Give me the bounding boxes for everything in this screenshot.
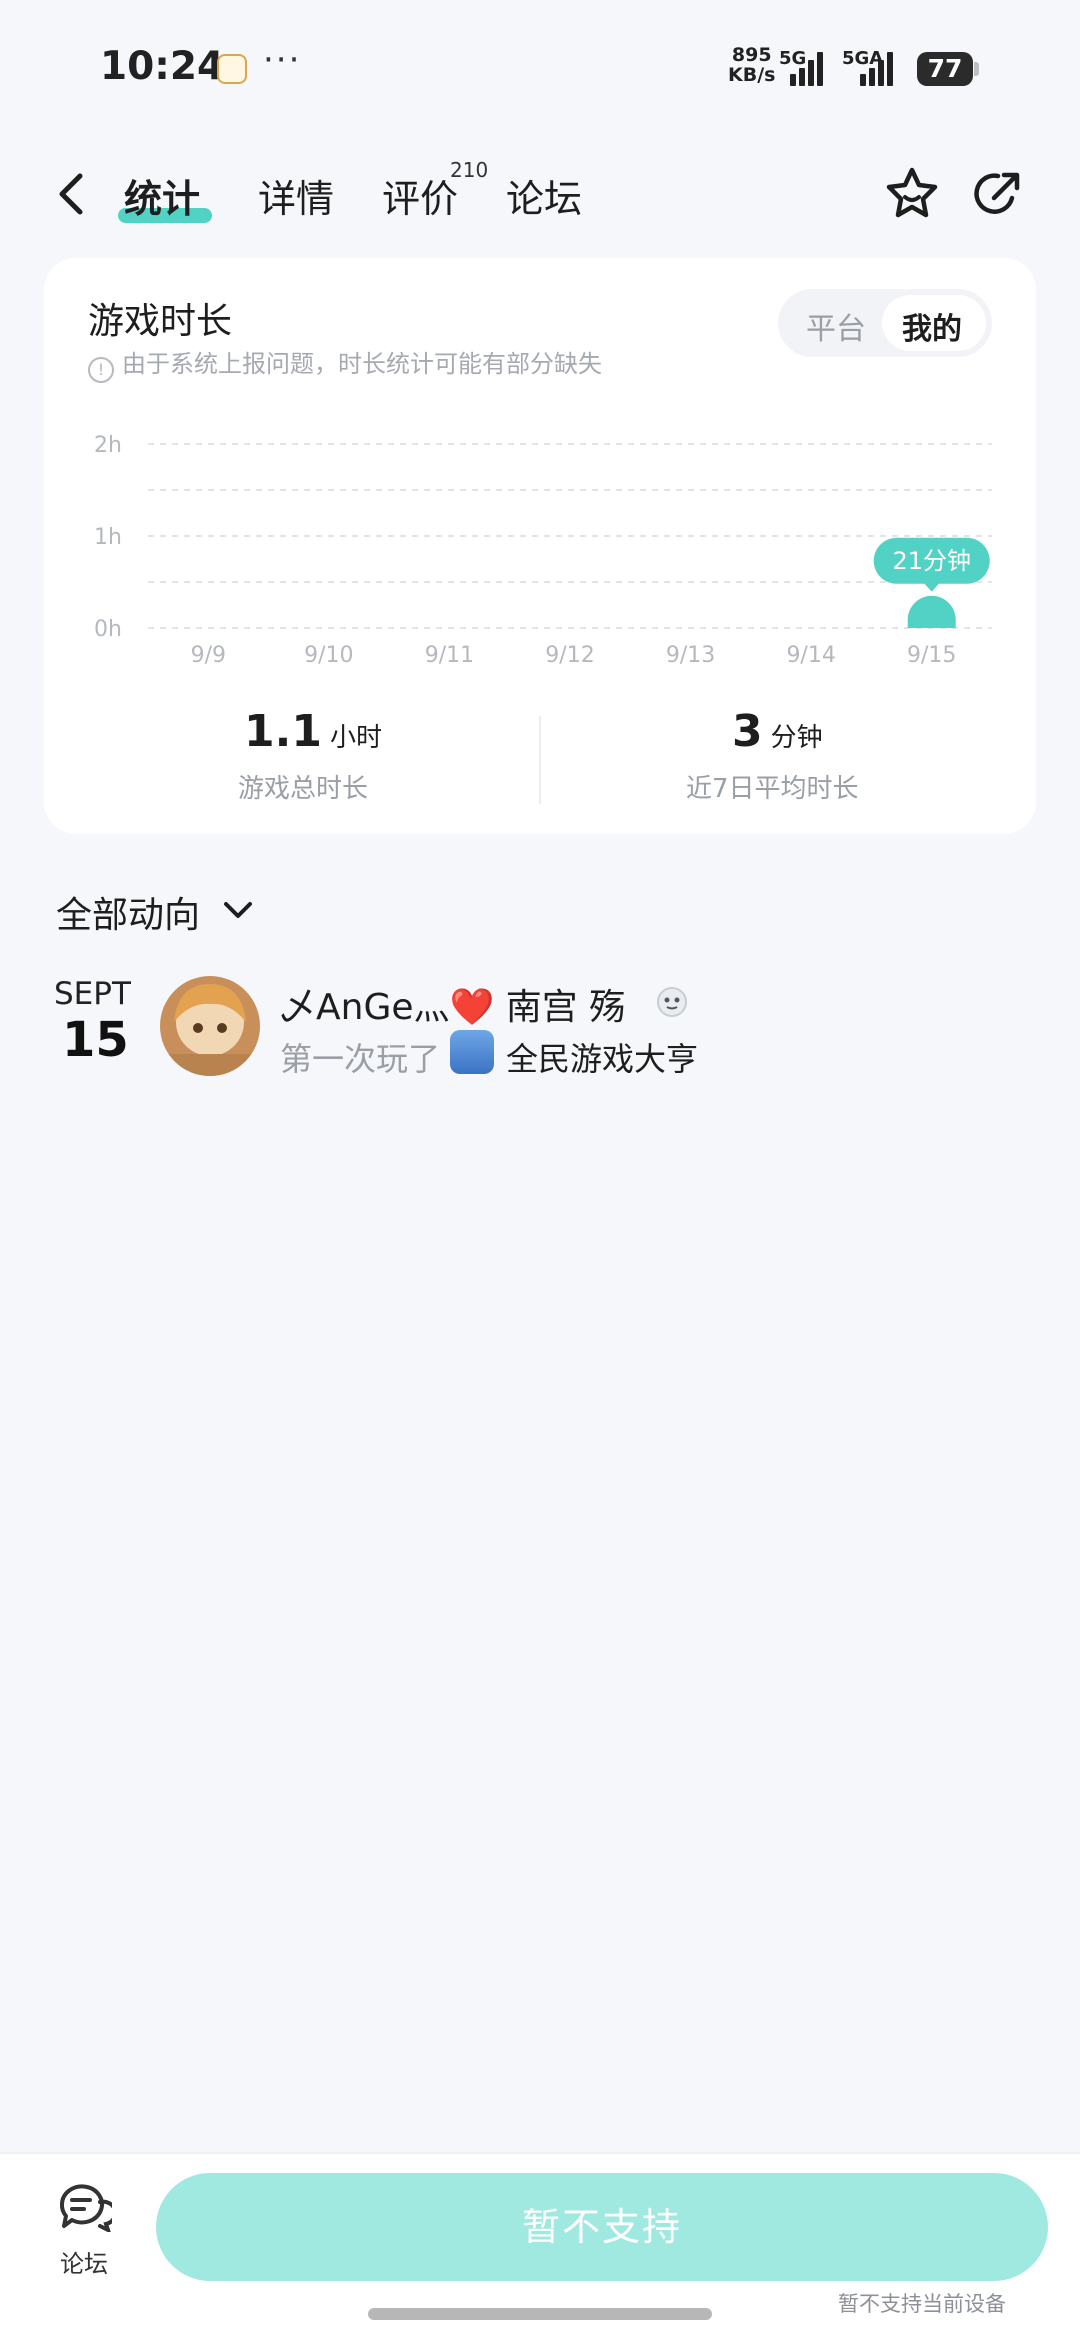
unsupported-button[interactable]: 暂不支持 — [156, 2173, 1048, 2281]
feed-filter[interactable]: 全部动向 — [56, 886, 200, 938]
toggle-mine[interactable]: 我的 — [902, 304, 962, 348]
card-note: ! 由于系统上报问题，时长统计可能有部分缺失 — [88, 344, 602, 383]
battery-icon: 77 — [917, 52, 973, 86]
playtime-chart: 2h 1h 0h 9/9 9/10 9/11 9/12 9/13 9/14 9/15 21分钟 — [94, 433, 992, 668]
tab-reviews[interactable]: 评价 — [382, 168, 458, 223]
reviews-count-badge: 210 — [450, 158, 489, 182]
x-tick-label: 9/11 — [425, 643, 474, 668]
avg-playtime-label: 近7日平均时长 — [686, 774, 859, 804]
feed-date-day: 15 — [62, 1012, 129, 1068]
feed-action-text: 第一次玩了 — [280, 1040, 441, 1078]
avg-playtime-value: 3 分钟 — [732, 706, 823, 757]
signal-icon-2 — [860, 50, 900, 86]
forum-label[interactable]: 论坛 — [60, 2244, 108, 2279]
back-arrow-icon[interactable] — [56, 172, 86, 216]
feed-game-name[interactable]: 全民游戏大亨 — [506, 1034, 698, 1080]
y-tick-label: 2h — [94, 433, 122, 458]
feed-date-month: SEPT — [54, 976, 131, 1012]
unsupported-note: 暂不支持当前设备 — [838, 2292, 1006, 2316]
bar-tooltip-pointer — [923, 582, 940, 592]
more-notifications-icon: ··· — [263, 40, 302, 80]
card-title: 游戏时长 — [88, 301, 233, 342]
y-tick-label: 1h — [94, 525, 122, 550]
chevron-down-icon[interactable] — [222, 900, 254, 922]
info-icon: ! — [88, 357, 114, 383]
network-speed: 895 KB/s — [728, 44, 776, 86]
home-indicator[interactable] — [368, 2308, 712, 2320]
total-playtime-label: 游戏总时长 — [238, 774, 369, 804]
y-tick-label: 0h — [94, 617, 122, 642]
share-icon[interactable] — [968, 164, 1028, 224]
x-tick-label: 9/10 — [304, 643, 353, 668]
feed-user-name[interactable]: 乄AnGe灬❤️ 南宫 殇 — [280, 978, 625, 1030]
status-time: 10:24 — [100, 44, 225, 89]
bar-9/15 — [907, 595, 956, 628]
notification-app-icon — [217, 54, 247, 84]
tab-forum[interactable]: 论坛 — [506, 168, 582, 223]
forum-icon[interactable] — [56, 2180, 112, 2232]
x-tick-label: 9/9 — [191, 643, 226, 668]
signal-icon — [790, 50, 830, 86]
tab-stats[interactable]: 统计 — [124, 168, 200, 223]
battery-tip — [974, 62, 979, 76]
avatar[interactable] — [160, 976, 260, 1076]
toggle-platform[interactable]: 平台 — [806, 304, 866, 348]
total-playtime-value: 1.1 小时 — [244, 706, 382, 757]
x-tick-label: 9/15 — [907, 643, 956, 668]
bar-tooltip-label: 21分钟 — [892, 547, 971, 575]
favorite-star-icon[interactable] — [882, 164, 942, 224]
x-tick-label: 9/13 — [666, 643, 715, 668]
user-level-badge-icon — [657, 987, 687, 1017]
tab-details[interactable]: 详情 — [258, 168, 334, 223]
game-icon[interactable] — [450, 1030, 494, 1074]
stats-divider — [539, 716, 541, 804]
x-tick-label: 9/12 — [545, 643, 594, 668]
x-tick-label: 9/14 — [786, 643, 835, 668]
